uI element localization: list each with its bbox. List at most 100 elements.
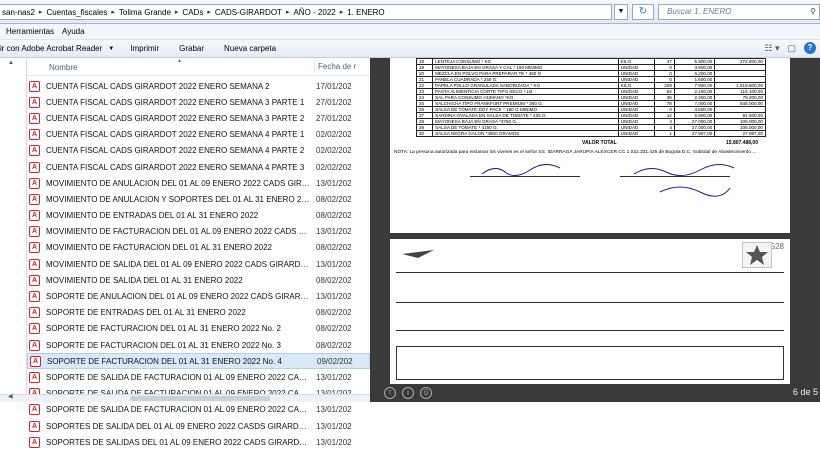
file-name: MOVIMIENTO DE ANULACION Y SOPORTES DEL 0…: [46, 194, 310, 204]
file-date: 27/01/202: [316, 97, 352, 107]
file-row[interactable]: A SOPORTE DE SALIDA DE FACTURACION 01 AL …: [27, 369, 370, 385]
history-dropdown-icon[interactable]: ▼: [614, 4, 628, 20]
file-date: 08/02/202: [316, 243, 352, 253]
file-row[interactable]: A SOPORTE DE ENTRADAS DEL 01 AL 31 ENERO …: [27, 305, 370, 321]
file-row[interactable]: A CUENTA FISCAL CADS GIRARDOT 2022 ENERO …: [27, 94, 370, 110]
file-row[interactable]: A SOPORTES DE SALIDAS DEL 01 AL 09 ENERO …: [27, 434, 370, 450]
file-name: MOVIMIENTO DE FACTURACION DEL 01 AL 09 E…: [46, 227, 310, 237]
file-row[interactable]: A MOVIMIENTO DE FACTURACION DEL 01 AL 31 …: [27, 240, 370, 256]
file-row[interactable]: A SOPORTES DE SALIDA DEL 01 AL 09 ENERO 2…: [27, 418, 370, 434]
menu-help[interactable]: Ayuda: [62, 27, 85, 36]
breadcrumb-separator-icon[interactable]: ▸: [286, 8, 290, 16]
horizontal-scrollbar[interactable]: ◀: [0, 394, 370, 402]
breadcrumb-item[interactable]: 1. ENERO: [347, 8, 384, 17]
menu-bar: Herramientas Ayuda: [0, 24, 820, 40]
file-name: SOPORTES DE SALIDAS DEL 01 AL 09 ENERO 2…: [46, 437, 310, 447]
pdf-file-icon: A: [29, 291, 40, 303]
file-name: CUENTA FISCAL CADS GIRARDOT 2022 ENERO S…: [46, 81, 270, 91]
view-options-icon[interactable]: ☷ ▾: [764, 43, 779, 54]
search-placeholder: Buscar 1. ENERO: [667, 7, 732, 16]
breadcrumb-separator-icon[interactable]: ▸: [175, 8, 179, 16]
help-icon[interactable]: ?: [804, 42, 816, 54]
file-date: 08/02/202: [316, 308, 352, 318]
scroll-up-icon[interactable]: ▲: [8, 60, 14, 66]
scroll-left-icon[interactable]: ◀: [8, 393, 13, 400]
info-rule: [396, 302, 784, 303]
refresh-icon[interactable]: ↻: [632, 4, 654, 20]
pdf-file-icon: A: [29, 371, 40, 383]
breadcrumb-separator-icon[interactable]: ▸: [207, 8, 211, 16]
preview-pane[interactable]: 18 LENTEJA CONSUMO * KG KILO 47 5.800,00 272.…: [370, 58, 820, 402]
file-row[interactable]: A CUENTA FISCAL CADS GIRARDOT 2022 ENERO …: [27, 110, 370, 126]
pdf-file-icon: A: [29, 307, 40, 319]
file-name: CUENTA FISCAL CADS GIRARDOT 2022 ENERO S…: [46, 146, 305, 156]
file-name: SOPORTE DE FACTURACION DEL 01 AL 31 ENER…: [46, 324, 281, 334]
file-row[interactable]: A MOVIMIENTO DE ANULACION Y SOPORTES DEL …: [27, 191, 370, 207]
file-row[interactable]: A SOPORTE DE FACTURACION DEL 01 AL 31 ENE…: [27, 321, 370, 337]
file-row[interactable]: A CUENTA FISCAL CADS GIRARDOT 2022 ENERO …: [27, 78, 370, 94]
breadcrumb-item[interactable]: san-nas2: [2, 8, 35, 17]
pdf-file-icon: A: [29, 80, 40, 92]
file-row[interactable]: A SOPORTE DE FACTURACION DEL 01 AL 31 ENE…: [27, 337, 370, 353]
command-bar: ir con Adobe Acrobat Reader ▼ Imprimir G…: [0, 40, 820, 58]
column-name-header[interactable]: Nombre: [49, 63, 77, 72]
ministry-logo-icon: [402, 250, 434, 258]
breadcrumb-separator-icon[interactable]: ▸: [39, 8, 43, 16]
breadcrumb-item[interactable]: AÑO - 2022: [293, 8, 335, 17]
page-icon[interactable]: ▯: [420, 387, 432, 399]
file-date: 27/01/202: [316, 113, 352, 123]
file-row[interactable]: A MOVIMIENTO DE ANULACION DEL 01 AL 09 EN…: [27, 175, 370, 191]
pdf-file-icon: A: [29, 112, 40, 124]
file-row[interactable]: A MOVIMIENTO DE SALIDA DEL 01 AL 09 ENERO…: [27, 256, 370, 272]
file-name: CUENTA FISCAL CADS GIRARDOT 2022 ENERO S…: [46, 113, 305, 123]
next-page-icon[interactable]: ↓: [402, 387, 414, 399]
page-indicator: 6 de 5: [792, 387, 818, 397]
file-row[interactable]: A MOVIMIENTO DE FACTURACION DEL 01 AL 09 …: [27, 224, 370, 240]
file-name: SOPORTE DE FACTURACION DEL 01 AL 31 ENER…: [47, 356, 282, 366]
search-input[interactable]: Buscar 1. ENERO ⚲: [658, 4, 820, 20]
scrollbar-thumb[interactable]: [130, 396, 270, 401]
file-row[interactable]: A CUENTA FISCAL CADS GIRARDOT 2022 ENERO …: [27, 159, 370, 175]
file-row[interactable]: A MOVIMIENTO DE ENTRADAS DEL 01 AL 31 ENE…: [27, 208, 370, 224]
file-name: MOVIMIENTO DE ANULACION DEL 01 AL 09 ENE…: [46, 178, 310, 188]
file-name: MOVIMIENTO DE SALIDA DEL 01 AL 31 ENERO …: [46, 275, 243, 285]
invoice-cell: 1: [653, 130, 675, 137]
file-row[interactable]: A SOPORTE DE ANULACION DEL 01 AL 09 ENERO…: [27, 288, 370, 304]
file-name: SOPORTE DE SALIDA DE FACTURACION 01 AL 0…: [46, 405, 310, 415]
breadcrumb-item[interactable]: CADS-GIRARDOT: [215, 8, 282, 17]
breadcrumb-item[interactable]: Tolima Grande: [119, 8, 171, 17]
file-list[interactable]: ▲ Nombre Fecha de r A CUENTA FISCAL CADS …: [27, 58, 370, 448]
header-rule: [396, 272, 784, 273]
client-rule: [396, 330, 784, 331]
pdf-file-icon: A: [29, 145, 40, 157]
pdf-file-icon: A: [29, 193, 40, 205]
previous-page-icon[interactable]: ↑: [384, 387, 396, 399]
file-row[interactable]: A SOPORTE DE SALIDA DE FACTURACION 01 AL …: [27, 402, 370, 418]
menu-tools[interactable]: Herramientas: [6, 27, 54, 36]
breadcrumb-separator-icon[interactable]: ▸: [340, 8, 344, 16]
file-row[interactable]: A CUENTA FISCAL CADS GIRARDOT 2022 ENERO …: [27, 127, 370, 143]
burn-button[interactable]: Grabar: [179, 44, 204, 53]
breadcrumb-item[interactable]: Cuentas_fiscales: [46, 8, 107, 17]
column-date-header[interactable]: Fecha de r: [314, 61, 356, 73]
file-date: 02/02/202: [316, 130, 352, 140]
breadcrumb[interactable]: san-nas2 ▸ Cuentas_fiscales ▸ Tolima Grande ▸…: [0, 4, 612, 20]
invoice-items-table: 18 LENTEJA CONSUMO * KG KILO 47 5.800,00 272.…: [415, 58, 766, 137]
search-icon[interactable]: ⚲: [810, 5, 816, 19]
file-date: 02/02/202: [316, 162, 352, 172]
file-row[interactable]: A CUENTA FISCAL CADS GIRARDOT 2022 ENERO …: [27, 143, 370, 159]
pdf-file-icon: A: [29, 323, 40, 335]
invoice-header: [490, 248, 700, 254]
open-with-dropdown-icon[interactable]: ▼: [108, 46, 114, 52]
preview-pane-icon[interactable]: ▢: [787, 43, 796, 54]
file-date: 08/02/202: [316, 211, 352, 221]
new-folder-button[interactable]: Nueva carpeta: [224, 44, 276, 53]
print-button[interactable]: Imprimir: [130, 44, 159, 53]
pdf-file-icon: A: [29, 420, 40, 432]
navigation-pane[interactable]: ▲: [0, 58, 27, 394]
file-row[interactable]: A SOPORTE DE FACTURACION DEL 01 AL 31 ENE…: [27, 353, 370, 370]
open-with-button[interactable]: ir con Adobe Acrobat Reader: [0, 44, 102, 53]
breadcrumb-item[interactable]: CADs: [182, 8, 203, 17]
breadcrumb-separator-icon[interactable]: ▸: [111, 8, 115, 16]
file-row[interactable]: A MOVIMIENTO DE SALIDA DEL 01 AL 31 ENERO…: [27, 272, 370, 288]
